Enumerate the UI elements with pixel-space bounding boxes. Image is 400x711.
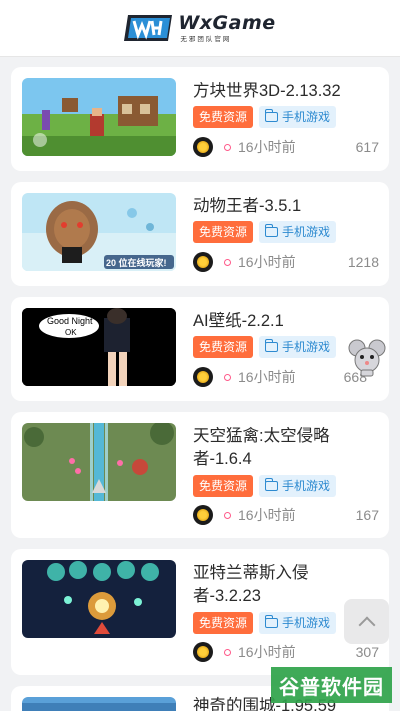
mouse-mascot-icon[interactable] [348,338,386,378]
category-label: 手机游戏 [282,479,331,493]
category-tag[interactable]: 手机游戏 [259,475,337,497]
category-tag[interactable]: 手机游戏 [259,336,337,358]
category-label: 手机游戏 [282,225,331,239]
post-card[interactable]: 天空猛禽:太空侵略者-1.6.4 免费资源 手机游戏 16小时前 167 [11,412,389,538]
free-resource-tag[interactable]: 免费资源 [193,336,254,358]
online-players-banner: 20 位在线玩家! [106,258,167,268]
site-watermark: 谷普软件园 [271,667,392,703]
author-avatar[interactable] [193,367,213,387]
category-tag[interactable]: 手机游戏 [259,612,337,634]
category-label: 手机游戏 [282,340,331,354]
category-label: 手机游戏 [282,616,331,630]
time-dot-icon [224,258,231,266]
time-dot-icon [224,143,231,151]
free-resource-tag[interactable]: 免费资源 [193,475,254,497]
site-logo[interactable]: WxGame 无邪团队官网 [124,11,275,45]
site-header: WxGame 无邪团队官网 [0,0,400,57]
category-label: 手机游戏 [282,110,331,124]
post-thumbnail[interactable] [22,78,176,156]
free-resource-tag[interactable]: 免费资源 [193,221,254,243]
post-title[interactable]: 方块世界3D-2.13.32 [193,80,373,103]
post-card[interactable]: 方块世界3D-2.13.32 免费资源 手机游戏 16小时前 617 [11,67,389,171]
wx-logo-icon [124,11,173,45]
category-tag[interactable]: 手机游戏 [259,221,337,243]
folder-icon [264,478,279,491]
logo-title: WxGame [178,12,276,34]
logo-subtitle: 无邪团队官网 [180,36,232,43]
author-avatar[interactable] [193,642,213,662]
author-avatar[interactable] [193,505,213,525]
free-resource-tag[interactable]: 免费资源 [193,612,254,634]
post-card[interactable]: Good Night OK AI壁纸-2.2.1 免费资源 手机游戏 16小时前… [11,297,389,401]
post-thumbnail[interactable]: Good Night OK [22,308,176,386]
post-title[interactable]: AI壁纸-2.2.1 [193,310,373,333]
author-avatar[interactable] [193,252,213,272]
chevron-up-icon [358,616,375,633]
time-dot-icon [224,373,231,381]
thumb-bubble-ok: OK [65,328,77,337]
folder-icon [264,339,279,352]
author-avatar[interactable] [193,137,213,157]
view-count: 167 [355,507,379,523]
post-time: 16小时前 [238,139,296,155]
post-thumbnail[interactable]: 20 位在线玩家! [22,193,176,271]
post-card[interactable]: 20 位在线玩家! 动物王者-3.5.1 免费资源 手机游戏 16小时前 121… [11,182,389,286]
time-dot-icon [224,511,231,519]
time-dot-icon [224,648,231,656]
post-time: 16小时前 [238,507,296,523]
post-title[interactable]: 天空猛禽:太空侵略者-1.6.4 [193,425,373,471]
free-resource-tag[interactable]: 免费资源 [193,106,254,128]
category-tag[interactable]: 手机游戏 [259,106,337,128]
back-to-top-button[interactable] [344,599,389,644]
view-count: 1218 [347,254,379,270]
thumb-bubble-text: Good Night [47,316,93,326]
post-thumbnail[interactable] [22,697,176,711]
view-count: 617 [355,139,379,155]
post-thumbnail[interactable] [22,423,176,501]
folder-icon [264,224,279,237]
post-title[interactable]: 动物王者-3.5.1 [193,195,373,218]
view-count: 307 [355,644,379,660]
folder-icon [264,615,279,628]
folder-icon [264,109,279,122]
post-time: 16小时前 [238,369,296,385]
post-time: 16小时前 [238,644,296,660]
post-thumbnail[interactable] [22,560,176,638]
post-time: 16小时前 [238,254,296,270]
post-card[interactable]: 亚特兰蒂斯入侵者-3.2.23 免费资源 手机游戏 16小时前 307 [11,549,389,675]
